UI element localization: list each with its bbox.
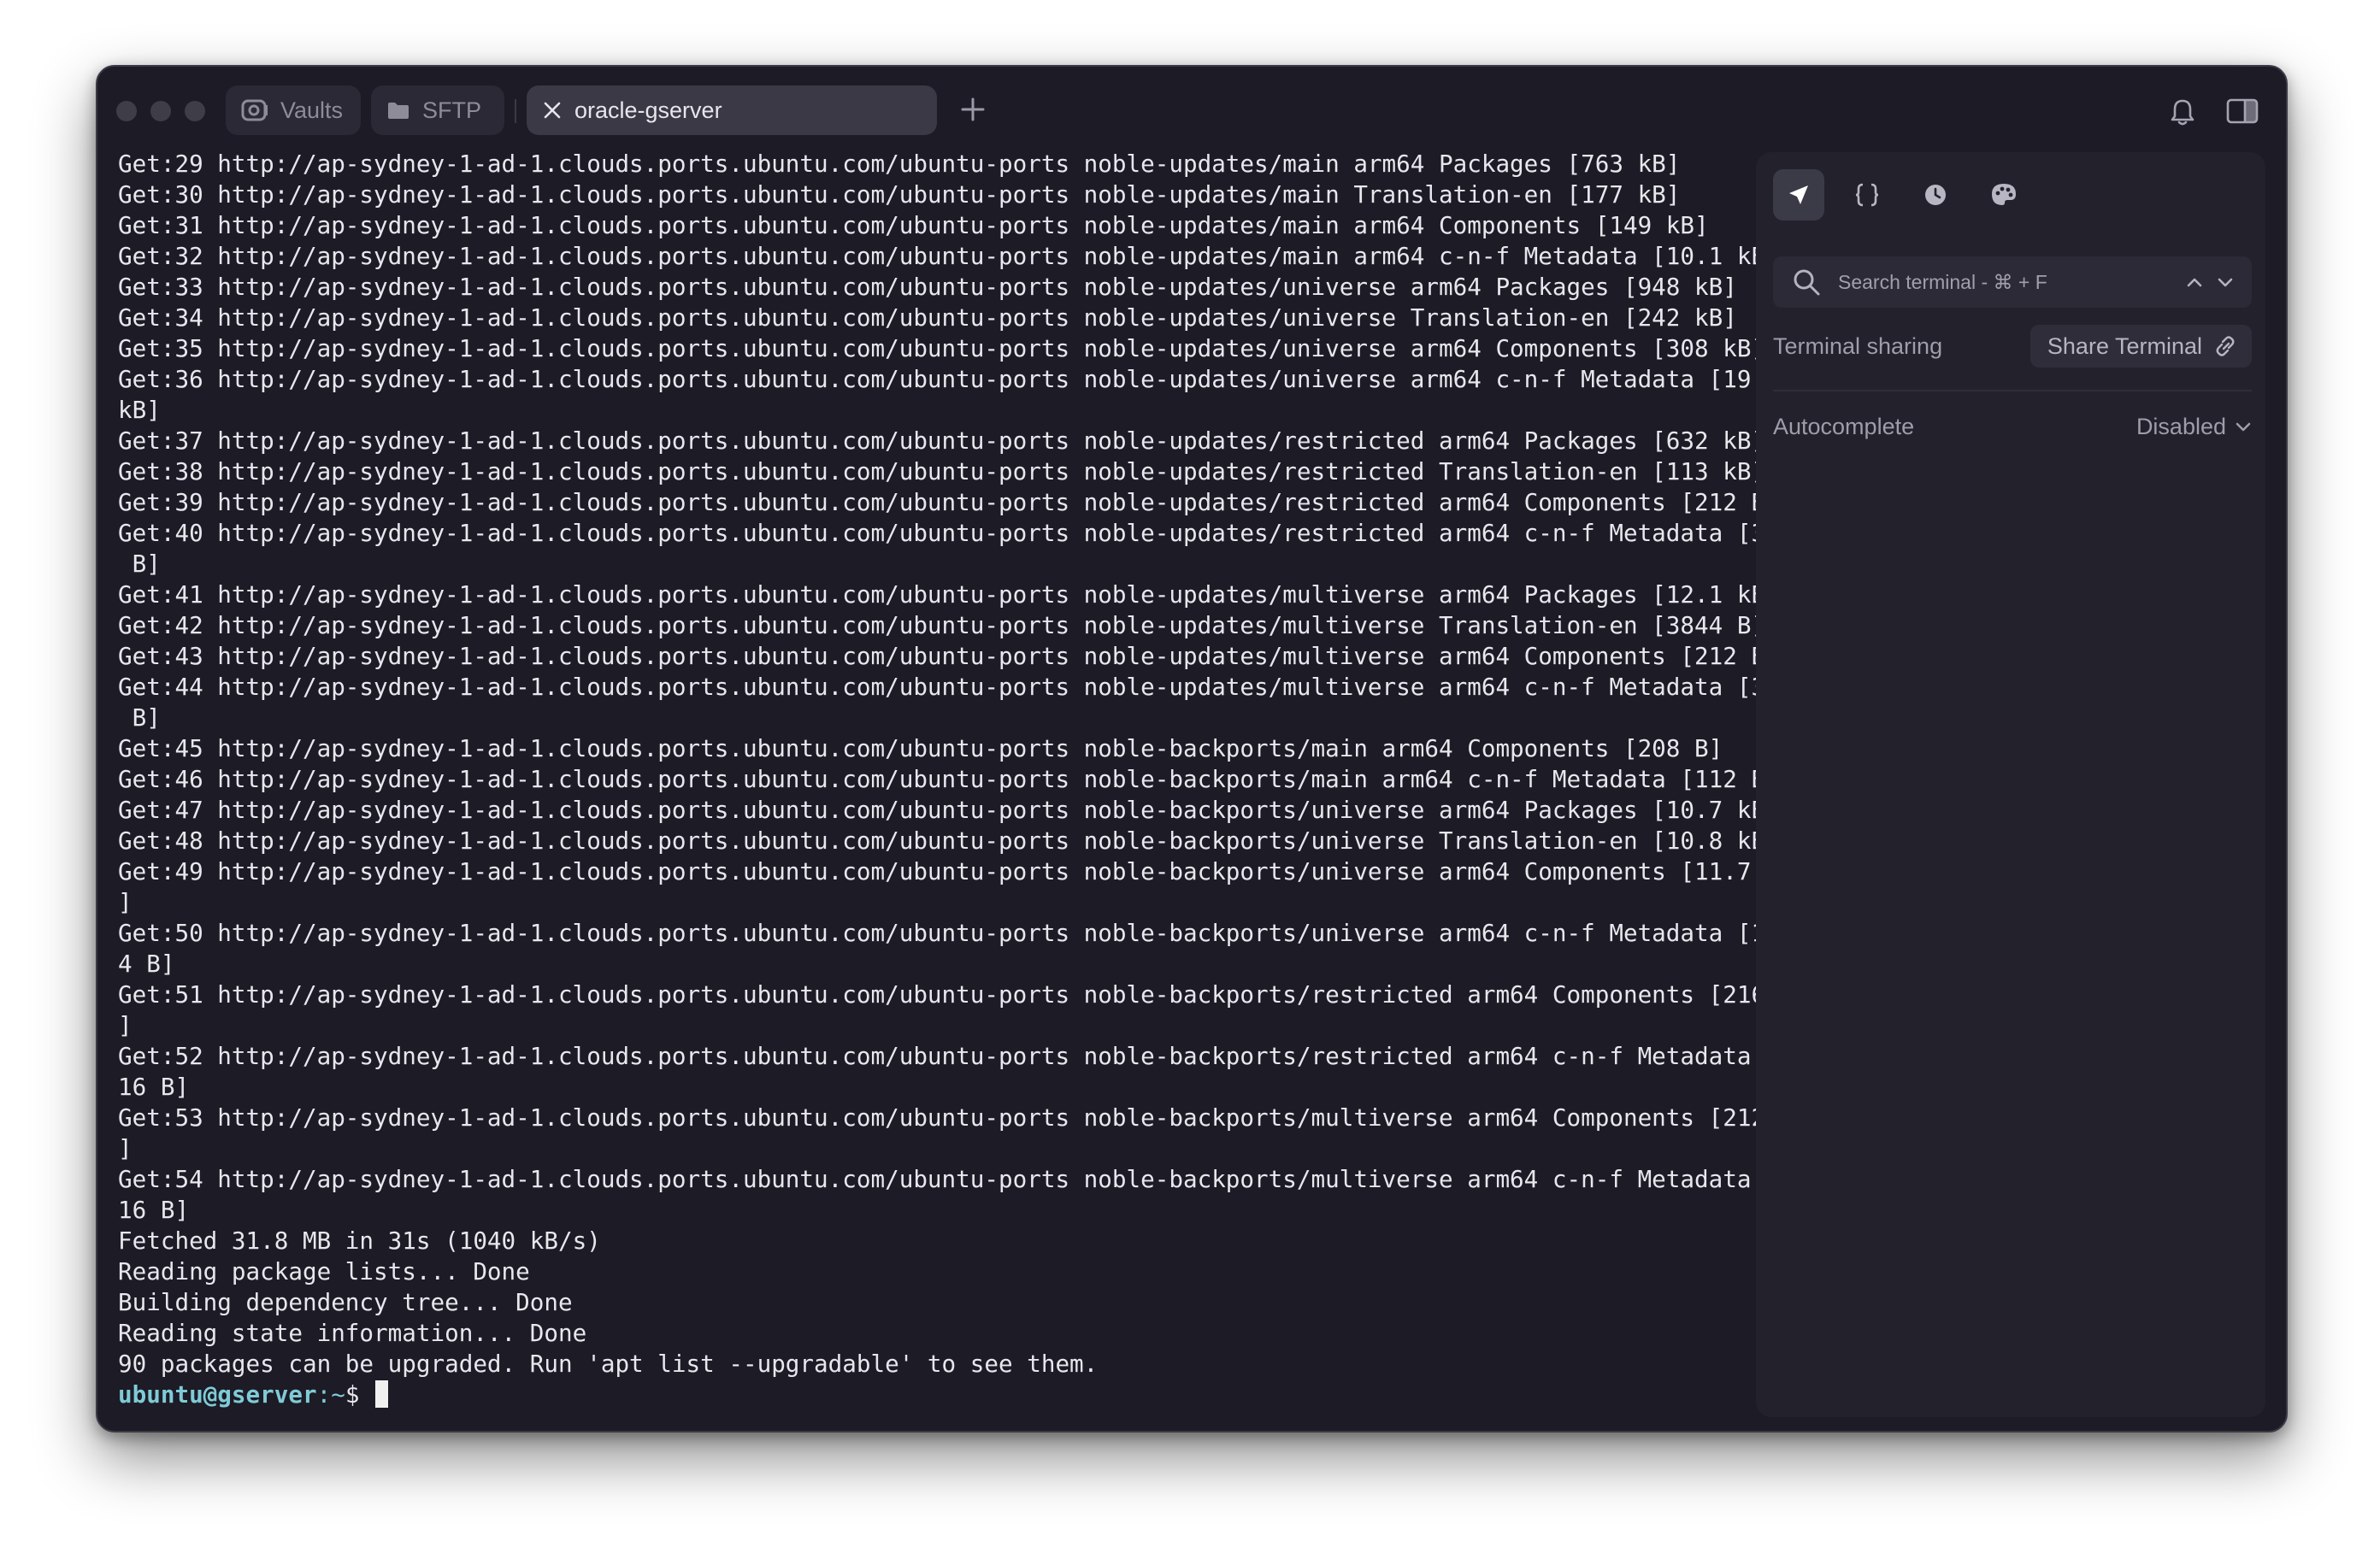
- terminal-line: Get:52 http://ap-sydney-1-ad-1.clouds.po…: [118, 1042, 1794, 1070]
- tab-vaults[interactable]: Vaults: [226, 85, 361, 135]
- terminal-cursor: [375, 1380, 389, 1408]
- terminal-line: kB]: [118, 396, 161, 424]
- snippets-button[interactable]: [1773, 169, 1824, 221]
- terminal-line: ]: [118, 888, 133, 916]
- new-tab-icon[interactable]: [956, 92, 990, 126]
- code-button[interactable]: [1841, 169, 1893, 221]
- panel-divider: [1773, 390, 2252, 391]
- terminal-line: ]: [118, 1011, 133, 1039]
- tab-divider: [515, 99, 516, 123]
- terminal-line: Get:46 http://ap-sydney-1-ad-1.clouds.po…: [118, 765, 1780, 793]
- terminal-line: 4 B]: [118, 950, 175, 978]
- search-terminal-box[interactable]: [1773, 256, 2252, 308]
- chevron-up-icon[interactable]: [2185, 273, 2204, 291]
- terminal-output[interactable]: Get:29 http://ap-sydney-1-ad-1.clouds.po…: [118, 149, 1794, 1422]
- terminal-sharing-label: Terminal sharing: [1773, 332, 1943, 359]
- theme-button[interactable]: [1978, 169, 2029, 221]
- tab-label: SFTP: [422, 97, 482, 123]
- title-bar: Vaults SFTP oracle-gserver: [97, 67, 2286, 152]
- terminal-line: Get:38 http://ap-sydney-1-ad-1.clouds.po…: [118, 457, 1766, 485]
- close-icon[interactable]: [542, 100, 563, 121]
- terminal-line: Get:43 http://ap-sydney-1-ad-1.clouds.po…: [118, 642, 1780, 670]
- panel-toolbar: [1773, 169, 2029, 221]
- terminal-line: Get:31 http://ap-sydney-1-ad-1.clouds.po…: [118, 211, 1709, 239]
- terminal-line: Get:53 http://ap-sydney-1-ad-1.clouds.po…: [118, 1103, 1794, 1132]
- history-button[interactable]: [1910, 169, 1961, 221]
- terminal-line: Get:47 http://ap-sydney-1-ad-1.clouds.po…: [118, 796, 1780, 824]
- terminal-line: Get:50 http://ap-sydney-1-ad-1.clouds.po…: [118, 919, 1794, 947]
- autocomplete-value: Disabled: [2136, 413, 2226, 439]
- autocomplete-row: Autocomplete Disabled: [1773, 405, 2252, 448]
- terminal-line: Get:29 http://ap-sydney-1-ad-1.clouds.po…: [118, 150, 1681, 178]
- window-close-dot[interactable]: [116, 101, 137, 121]
- terminal-line: Get:36 http://ap-sydney-1-ad-1.clouds.po…: [118, 365, 1780, 393]
- side-panel: Terminal sharing Share Terminal Autocomp…: [1756, 152, 2265, 1417]
- terminal-line: Building dependency tree... Done: [118, 1288, 573, 1316]
- tab-sftp[interactable]: SFTP: [371, 85, 504, 135]
- chevron-down-icon[interactable]: [2216, 273, 2235, 291]
- terminal-line: 16 B]: [118, 1196, 190, 1224]
- prompt-user-host: ubuntu@gserver: [118, 1380, 317, 1409]
- terminal-line: Get:40 http://ap-sydney-1-ad-1.clouds.po…: [118, 519, 1794, 547]
- share-terminal-label: Share Terminal: [2047, 332, 2202, 359]
- terminal-line: Reading package lists... Done: [118, 1257, 530, 1285]
- terminal-line: Get:30 http://ap-sydney-1-ad-1.clouds.po…: [118, 180, 1681, 209]
- terminal-line: Get:49 http://ap-sydney-1-ad-1.clouds.po…: [118, 857, 1794, 885]
- terminal-line: B]: [118, 550, 161, 578]
- terminal-line: 90 packages can be upgraded. Run 'apt li…: [118, 1350, 1099, 1378]
- terminal-line: Get:32 http://ap-sydney-1-ad-1.clouds.po…: [118, 242, 1780, 270]
- command-prompt[interactable]: ubuntu@gserver:~$: [118, 1380, 1742, 1410]
- search-input[interactable]: [1836, 269, 2185, 295]
- chevron-down-icon: [2236, 422, 2251, 432]
- terminal-line: Get:39 http://ap-sydney-1-ad-1.clouds.po…: [118, 488, 1780, 516]
- vault-icon: [241, 99, 268, 121]
- terminal-line: Get:45 http://ap-sydney-1-ad-1.clouds.po…: [118, 734, 1723, 762]
- bell-icon[interactable]: [2170, 97, 2195, 126]
- terminal-line: Get:48 http://ap-sydney-1-ad-1.clouds.po…: [118, 827, 1780, 855]
- tab-label: oracle-gserver: [574, 97, 722, 123]
- window-zoom-dot[interactable]: [185, 101, 205, 121]
- terminal-line: Reading state information... Done: [118, 1319, 587, 1347]
- terminal-line: Get:33 http://ap-sydney-1-ad-1.clouds.po…: [118, 273, 1737, 301]
- history-icon: [1925, 185, 1946, 205]
- terminal-line: Fetched 31.8 MB in 31s (1040 kB/s): [118, 1227, 601, 1255]
- autocomplete-dropdown[interactable]: Disabled: [2136, 414, 2252, 440]
- braces-icon: [1855, 183, 1879, 207]
- sidebar-toggle-icon[interactable]: [2226, 97, 2259, 125]
- terminal-line: Get:54 http://ap-sydney-1-ad-1.clouds.po…: [118, 1165, 1794, 1193]
- terminal-line: Get:34 http://ap-sydney-1-ad-1.clouds.po…: [118, 303, 1737, 332]
- tab-oracle-gserver[interactable]: oracle-gserver: [527, 85, 937, 135]
- terminal-line: Get:51 http://ap-sydney-1-ad-1.clouds.po…: [118, 980, 1794, 1009]
- terminal-line: Get:41 http://ap-sydney-1-ad-1.clouds.po…: [118, 580, 1780, 609]
- terminal-line: Get:37 http://ap-sydney-1-ad-1.clouds.po…: [118, 427, 1766, 455]
- share-terminal-button[interactable]: Share Terminal: [2029, 325, 2252, 368]
- terminal-line: Get:42 http://ap-sydney-1-ad-1.clouds.po…: [118, 611, 1766, 639]
- terminal-line: Get:35 http://ap-sydney-1-ad-1.clouds.po…: [118, 334, 1766, 362]
- window-minimize-dot[interactable]: [150, 101, 171, 121]
- palette-icon: [1992, 184, 2016, 205]
- autocomplete-label: Autocomplete: [1773, 413, 1915, 439]
- tab-label: Vaults: [280, 97, 344, 123]
- terminal-line: B]: [118, 703, 161, 732]
- terminal-line: 16 B]: [118, 1073, 190, 1101]
- prompt-symbol: $: [345, 1380, 374, 1409]
- terminal-sharing-row: Terminal sharing Share Terminal: [1773, 325, 2252, 368]
- terminal-window: Vaults SFTP oracle-gserver Get:29 http:/…: [96, 65, 2288, 1433]
- terminal-line: ]: [118, 1134, 133, 1162]
- folder-icon: [388, 103, 409, 119]
- terminal-line: Get:44 http://ap-sydney-1-ad-1.clouds.po…: [118, 673, 1794, 701]
- prompt-path: :~: [316, 1380, 345, 1409]
- rocket-icon: [1789, 185, 1808, 204]
- link-icon: [2216, 336, 2235, 356]
- search-icon: [1794, 269, 1820, 296]
